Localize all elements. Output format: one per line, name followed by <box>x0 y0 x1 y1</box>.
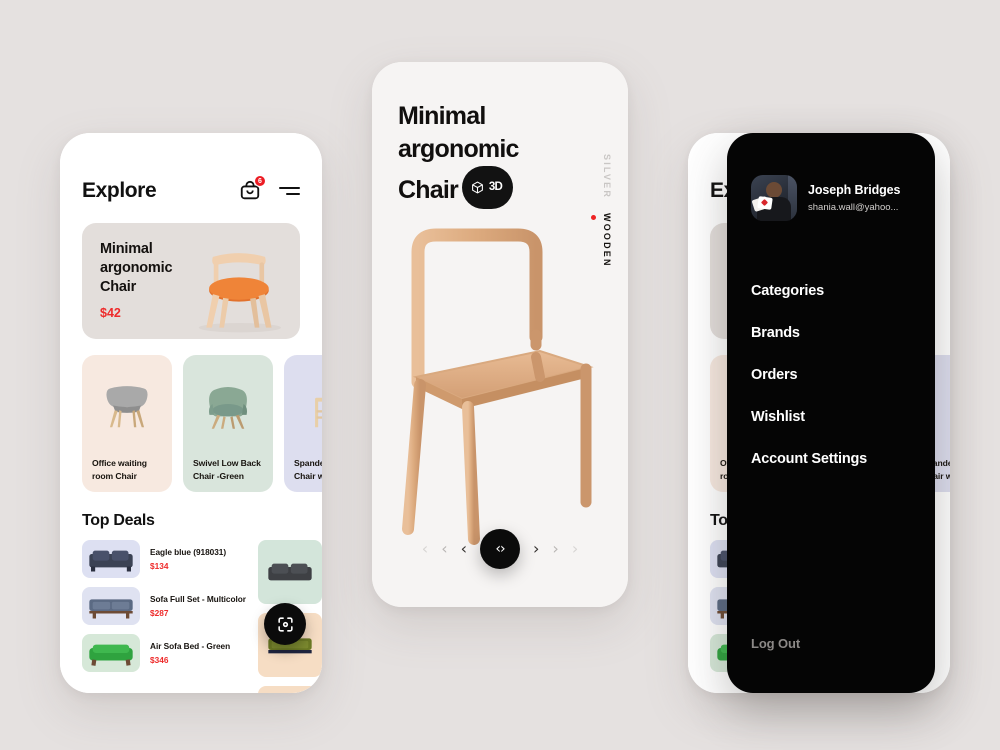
product-chair-image <box>402 228 594 545</box>
explore-header: Explore 6 <box>60 133 322 203</box>
deal-item[interactable]: Sofa Full Set - Multicolor $287 <box>82 587 246 625</box>
deal-thumbnail <box>82 634 140 672</box>
deal-thumbnail <box>82 540 140 578</box>
user-avatar-photo <box>751 175 797 221</box>
hero-chair-image <box>198 253 281 333</box>
menu-item-wishlist[interactable]: Wishlist <box>751 409 935 425</box>
canvas: Explore 6 Minimal argonomic Chair $42 Of… <box>0 0 1000 750</box>
deal-thumbnail[interactable] <box>257 540 322 604</box>
deal-name: Eagle blue (918031) <box>150 547 227 557</box>
product-title-line-1: Minimal <box>398 102 486 130</box>
view-3d-label: 3D <box>488 181 503 193</box>
deal-meta: Sofa Full Set - Multicolor $287 <box>150 594 246 618</box>
drawer-menu-list: Categories Brands Orders Wishlist Accoun… <box>751 283 935 467</box>
phone-product-detail: Minimal argonomic Chair3D SILVER WOODEN <box>372 62 628 607</box>
hero-line-3: Chair <box>100 279 137 295</box>
product-detail-screen: Minimal argonomic Chair3D SILVER WOODEN <box>372 62 628 607</box>
header-actions: 6 <box>239 175 300 202</box>
profile-text: Joseph Bridges shania.wall@yahoo... <box>808 183 900 213</box>
material-option-silver[interactable]: SILVER <box>602 154 612 199</box>
category-label: Spandel Office Chair wooden <box>294 458 322 481</box>
product-title-line-2: argonomic <box>398 135 519 163</box>
product-title-line-3: Chair <box>398 176 459 204</box>
product-title: Minimal argonomic Chair 3D <box>398 100 558 209</box>
profile-name: Joseph Bridges <box>808 183 901 197</box>
category-label: Office waiting room Chair <box>92 458 147 481</box>
deal-price: $134 <box>150 561 169 571</box>
chevron-left-icon[interactable]: ‹ <box>422 541 428 557</box>
profile-header[interactable]: Joseph Bridges shania.wall@yahoo... <box>727 133 935 221</box>
category-card[interactable]: Spandel Office Chair wooden <box>284 355 322 492</box>
top-deals-title: Top Deals <box>82 512 155 529</box>
deals-column-left: Eagle blue (918031) $134 Sofa Full Set -… <box>82 540 246 693</box>
hamburger-menu-icon[interactable] <box>279 186 300 196</box>
category-label: Swivel Low Back Chair -Green <box>193 458 261 481</box>
deal-thumbnail[interactable] <box>257 686 322 693</box>
deal-thumbnail <box>82 587 140 625</box>
side-menu-drawer: Joseph Bridges shania.wall@yahoo... Cate… <box>727 133 935 693</box>
chevron-right-icon[interactable]: › <box>552 541 558 557</box>
shopping-bag-icon[interactable]: 6 <box>239 175 266 202</box>
deal-price: $346 <box>150 655 169 665</box>
deal-meta: Air Sofa Bed - Green $346 <box>150 641 230 665</box>
ar-scan-icon[interactable] <box>264 603 306 645</box>
logout-button[interactable]: Log Out <box>751 636 800 651</box>
profile-email: shania.wall@yahoo... <box>808 202 899 213</box>
menu-item-categories[interactable]: Categories <box>751 283 935 299</box>
chevron-right-icon[interactable]: › <box>533 541 539 557</box>
image-carousel-nav: ‹ ‹ ‹ ‹› › › › <box>372 529 628 569</box>
chevron-left-icon[interactable]: ‹ <box>441 541 447 557</box>
carousel-center-button[interactable]: ‹› <box>480 529 520 569</box>
category-card-row: Office waiting room Chair Swivel Low Bac… <box>82 355 322 492</box>
deal-name: Sofa Full Set - Multicolor <box>150 594 246 604</box>
cube-3d-icon <box>471 181 483 194</box>
menu-item-brands[interactable]: Brands <box>751 325 935 341</box>
hero-line-2: argonomic <box>100 260 173 276</box>
page-title: Explore <box>82 179 157 202</box>
category-card[interactable]: Office waiting room Chair <box>82 355 172 492</box>
hero-line-1: Minimal <box>100 241 153 257</box>
chevron-right-icon[interactable]: › <box>572 541 578 557</box>
category-image <box>293 364 322 444</box>
deal-item[interactable]: Eagle blue (918031) $134 <box>82 540 246 578</box>
phone-explore-left: Explore 6 Minimal argonomic Chair $42 Of… <box>60 133 322 693</box>
menu-item-account-settings[interactable]: Account Settings <box>751 451 935 467</box>
deal-meta: Eagle blue (918031) $134 <box>150 547 226 571</box>
hero-product-card[interactable]: Minimal argonomic Chair $42 <box>82 223 300 339</box>
category-image <box>192 364 264 444</box>
chevron-left-icon[interactable]: ‹ <box>461 541 467 557</box>
deal-item[interactable]: Air Sofa Bed - Green $346 <box>82 634 246 672</box>
category-image <box>91 364 163 444</box>
view-3d-button[interactable]: 3D <box>461 166 514 209</box>
explore-screen: Explore 6 Minimal argonomic Chair $42 Of… <box>60 133 322 693</box>
cart-count-badge: 6 <box>254 175 266 187</box>
deal-name: Air Sofa Bed - Green <box>150 641 231 651</box>
menu-item-orders[interactable]: Orders <box>751 367 935 383</box>
category-card[interactable]: Swivel Low Back Chair -Green <box>183 355 273 492</box>
deal-price: $287 <box>150 608 169 618</box>
